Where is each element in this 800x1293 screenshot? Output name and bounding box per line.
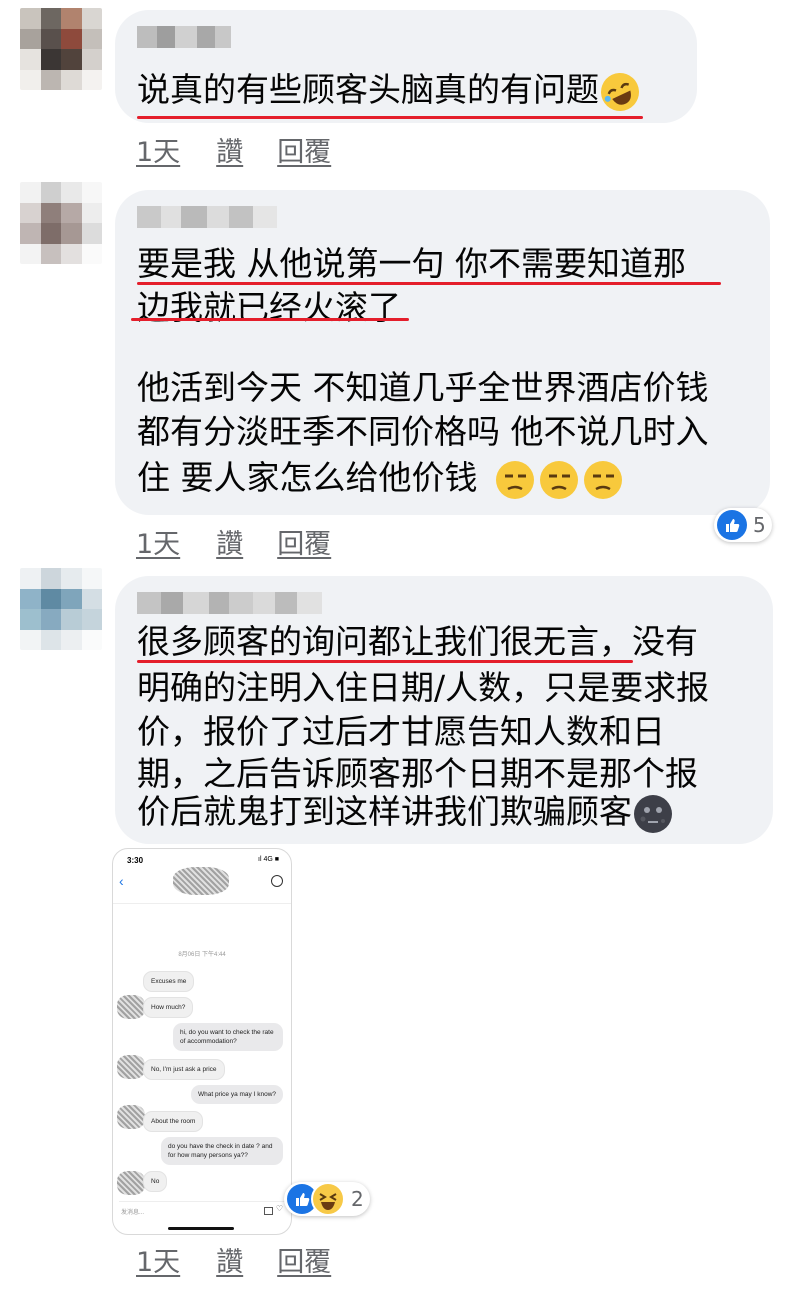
attached-chat-screenshot[interactable]: 3:30 ıl 4G ■ ‹ 8月06日 下午4:44 Excuses me H…	[112, 848, 292, 1235]
chat-date: 8月06日 下午4:44	[178, 952, 226, 958]
sender-avatar-scribble	[117, 995, 145, 1019]
back-icon: ‹	[119, 873, 124, 889]
comment-line: 说真的有些顾客头脑真的有问题	[137, 70, 599, 109]
comment-line: 边我就已经火滚了	[137, 288, 401, 327]
comment-bubble: 很多顾客的询问都让我们很无言，没有 明确的注明入住日期/人数，只是要求报 价，报…	[115, 576, 773, 844]
comment-line: 住 要人家怎么给他价钱	[137, 458, 478, 497]
unamused-face-emoji	[540, 460, 578, 499]
heart-icon[interactable]: ♡	[276, 1204, 283, 1213]
like-button[interactable]: 讚	[216, 130, 243, 169]
message-incoming: About the room	[143, 1111, 204, 1132]
comment-actions: 1天 讚 回覆	[136, 130, 331, 169]
avatar[interactable]	[20, 8, 102, 90]
timestamp[interactable]: 1天	[136, 522, 180, 561]
reaction-summary[interactable]: 2	[284, 1182, 370, 1216]
message-input-placeholder: 发消息...	[121, 1210, 145, 1216]
contact-info-icon	[271, 875, 283, 887]
rolling-on-floor-laughing-emoji	[594, 66, 646, 117]
like-icon	[717, 510, 747, 540]
sender-avatar-scribble	[117, 1105, 145, 1129]
avatar[interactable]	[20, 182, 102, 264]
comment-bubble: 说真的有些顾客头脑真的有问题	[115, 10, 697, 123]
reply-button[interactable]: 回覆	[277, 130, 331, 169]
message-incoming: No	[143, 1171, 168, 1192]
red-underline	[137, 116, 643, 119]
image-icon[interactable]	[264, 1207, 273, 1215]
comment-text: 说真的有些顾客头脑真的有问题	[137, 66, 646, 117]
sender-avatar-scribble	[117, 1171, 145, 1195]
red-underline	[131, 318, 409, 321]
haha-icon	[311, 1182, 345, 1216]
new-moon-face-emoji	[634, 794, 672, 833]
comment-line: 很多顾客的询问都让我们很无言，没有	[137, 622, 698, 661]
comment-bubble: 要是我 从他说第一句 你不需要知道那 边我就已经火滚了 他活到今天 不知道几乎全…	[115, 190, 770, 515]
comment-line: 都有分淡旺季不同价格吗 他不说几时入	[137, 412, 709, 451]
message-incoming: Excuses me	[143, 971, 195, 992]
red-underline	[137, 282, 721, 285]
author-name-blurred[interactable]	[137, 206, 277, 228]
timestamp[interactable]: 1天	[136, 1240, 180, 1279]
message-outgoing: hi, do you want to check the rate of acc…	[173, 1023, 283, 1051]
message-incoming: How much?	[143, 997, 194, 1018]
phone-time: 3:30	[127, 856, 144, 865]
reply-button[interactable]: 回覆	[277, 522, 331, 561]
comment-text: 价后就鬼打到这样讲我们欺骗顾客	[137, 790, 672, 834]
comment-actions: 1天 讚 回覆	[136, 1240, 331, 1279]
phone-status: ıl 4G ■	[258, 856, 279, 863]
reaction-summary[interactable]: 5	[714, 508, 772, 542]
comment-text: 住 要人家怎么给他价钱	[137, 456, 622, 500]
comment-actions: 1天 讚 回覆	[136, 522, 331, 561]
author-name-blurred[interactable]	[137, 26, 247, 48]
chat-contact-scribble	[173, 867, 229, 895]
like-button[interactable]: 讚	[216, 522, 243, 561]
message-incoming: No, I'm just ask a price	[143, 1059, 225, 1080]
comment-line: 价，报价了过后才甘愿告知人数和日	[137, 712, 665, 751]
avatar[interactable]	[20, 568, 102, 650]
timestamp[interactable]: 1天	[136, 130, 180, 169]
message-outgoing: What price ya may I know?	[190, 1085, 283, 1104]
author-name-blurred[interactable]	[137, 592, 322, 614]
message-input[interactable]: 发消息... ♡	[119, 1201, 285, 1218]
unamused-face-emoji	[584, 460, 622, 499]
like-button[interactable]: 讚	[216, 1240, 243, 1279]
comment-line: 要是我 从他说第一句 你不需要知道那	[137, 244, 686, 283]
comment-line: 价后就鬼打到这样讲我们欺骗顾客	[137, 792, 632, 831]
comment-line: 明确的注明入住日期/人数，只是要求报	[137, 668, 710, 707]
reaction-count: 2	[351, 1187, 364, 1211]
reaction-count: 5	[753, 513, 766, 537]
sender-avatar-scribble	[117, 1055, 145, 1079]
reply-button[interactable]: 回覆	[277, 1240, 331, 1279]
message-outgoing: do you have the check in date ? and for …	[161, 1137, 283, 1165]
comment-line: 他活到今天 不知道几乎全世界酒店价钱	[137, 368, 709, 407]
red-underline	[137, 660, 633, 663]
home-indicator	[168, 1227, 234, 1230]
unamused-face-emoji	[496, 460, 534, 499]
